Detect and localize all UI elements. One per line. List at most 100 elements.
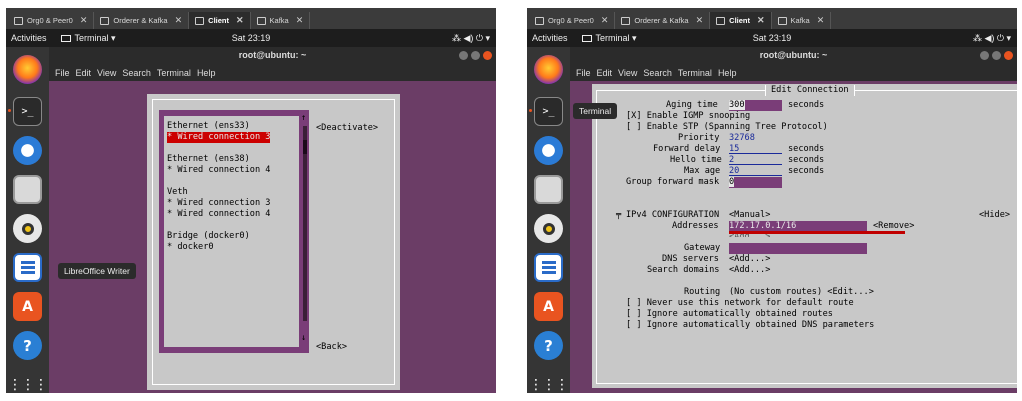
close-icon[interactable]: ✕: [757, 15, 765, 26]
stp-checkbox[interactable]: [ ] Enable STP (Spanning Tree Protocol): [626, 122, 828, 133]
libreoffice-writer-icon[interactable]: [13, 253, 42, 282]
window-titlebar: root@ubuntu: ~: [49, 47, 496, 64]
close-icon[interactable]: ✕: [175, 15, 183, 26]
software-center-icon[interactable]: A: [534, 292, 563, 321]
menu-edit[interactable]: Edit: [76, 68, 92, 78]
tab-org0-peer0[interactable]: Org0 & Peer0 ✕: [529, 12, 616, 29]
close-window-button[interactable]: [483, 51, 492, 60]
window-icon: [195, 16, 205, 25]
close-icon[interactable]: ✕: [296, 15, 304, 26]
system-tray[interactable]: ⁂ ◀) ⏻ ▾: [452, 33, 490, 44]
minimize-button[interactable]: [459, 51, 468, 60]
menu-file[interactable]: File: [55, 68, 70, 78]
connection-list[interactable]: Ethernet (ens33) * Wired connection 3 Ethe…: [164, 116, 299, 347]
help-icon[interactable]: ?: [13, 331, 42, 360]
terminal-icon: [581, 34, 592, 42]
menu-file[interactable]: File: [576, 68, 591, 78]
activities-button[interactable]: Activities: [11, 33, 47, 43]
maximize-button[interactable]: [471, 51, 480, 60]
igmp-snooping-checkbox[interactable]: [X] Enable IGMP snooping: [626, 111, 750, 122]
show-applications-icon[interactable]: ⋮⋮⋮: [8, 370, 48, 393]
ignore-routes-checkbox[interactable]: [ ] Ignore automatically obtained routes: [626, 309, 833, 320]
tab-orderer-kafka[interactable]: Orderer & Kafka ✕: [94, 12, 190, 29]
clock[interactable]: Sat 23:19: [753, 33, 792, 43]
libreoffice-writer-icon[interactable]: [534, 253, 563, 282]
firefox-icon[interactable]: [534, 55, 563, 84]
files-icon[interactable]: [13, 175, 42, 204]
ipv4-mode-dropdown[interactable]: <Manual>: [729, 210, 770, 221]
minimize-button[interactable]: [980, 51, 989, 60]
ipv4-collapse-marker: ╤: [616, 210, 622, 220]
dock: >_ A ? ⋮⋮⋮: [527, 47, 570, 393]
gateway-field[interactable]: [729, 243, 867, 254]
scrollbar-track[interactable]: [303, 126, 307, 321]
rhythmbox-icon[interactable]: [13, 214, 42, 243]
deactivate-button[interactable]: <Deactivate>: [316, 123, 378, 134]
activities-button[interactable]: Activities: [532, 33, 568, 43]
clock[interactable]: Sat 23:19: [232, 33, 271, 43]
back-button[interactable]: <Back>: [316, 342, 347, 353]
tab-client[interactable]: Client ✕: [710, 12, 772, 29]
connection-item[interactable]: * Wired connection 3: [167, 198, 270, 209]
close-icon[interactable]: ✕: [236, 15, 244, 26]
connection-item[interactable]: * Wired connection 4: [167, 209, 270, 220]
dock: >_ A ? ⋮⋮⋮: [6, 47, 49, 393]
help-icon[interactable]: ?: [534, 331, 563, 360]
aging-time-unit: seconds: [788, 100, 825, 110]
aging-time-field[interactable]: 300: [729, 100, 782, 111]
tab-kafka[interactable]: Kafka ✕: [251, 12, 311, 29]
group-forward-mask-field[interactable]: 0: [729, 177, 782, 188]
scrollbar-thumb[interactable]: [303, 140, 307, 154]
menu-view[interactable]: View: [618, 68, 637, 78]
terminal-area[interactable]: Ethernet (ens33) * Wired connection 3 Ethe…: [49, 81, 496, 393]
firefox-icon[interactable]: [13, 55, 42, 84]
tab-client[interactable]: Client ✕: [189, 12, 251, 29]
maximize-button[interactable]: [992, 51, 1001, 60]
menu-search[interactable]: Search: [122, 68, 151, 78]
files-icon[interactable]: [534, 175, 563, 204]
menu-help[interactable]: Help: [197, 68, 216, 78]
close-icon[interactable]: ✕: [601, 15, 609, 26]
routing-edit-button[interactable]: (No custom routes) <Edit...>: [729, 287, 874, 298]
terminal-app-menu[interactable]: Terminal ▾: [581, 33, 637, 44]
thunderbird-icon[interactable]: [534, 136, 563, 165]
close-icon[interactable]: ✕: [80, 15, 88, 26]
window-titlebar: root@ubuntu: ~: [570, 47, 1017, 64]
menu-help[interactable]: Help: [718, 68, 737, 78]
software-center-icon[interactable]: A: [13, 292, 42, 321]
tab-kafka[interactable]: Kafka ✕: [772, 12, 832, 29]
dns-add-button[interactable]: <Add...>: [729, 254, 770, 265]
show-applications-icon[interactable]: ⋮⋮⋮: [529, 370, 569, 393]
never-default-route-checkbox[interactable]: [ ] Never use this network for default r…: [626, 298, 854, 309]
close-icon[interactable]: ✕: [817, 15, 825, 26]
rhythmbox-icon[interactable]: [534, 214, 563, 243]
ipv4-hide-button[interactable]: <Hide>: [979, 210, 1010, 221]
terminal-icon[interactable]: >_: [534, 97, 563, 126]
terminal-icon[interactable]: >_: [13, 97, 42, 126]
max-age-label: Max age: [684, 166, 721, 176]
connection-item[interactable]: * docker0: [167, 242, 270, 253]
system-tray[interactable]: ⁂ ◀) ⏻ ▾: [973, 33, 1011, 44]
search-domains-add-button[interactable]: <Add...>: [729, 265, 770, 276]
thunderbird-icon[interactable]: [13, 136, 42, 165]
menu-terminal[interactable]: Terminal: [157, 68, 191, 78]
close-window-button[interactable]: [1004, 51, 1013, 60]
terminal-area[interactable]: Edit Connection ↑ ↓ Aging time 300 secon…: [570, 81, 1017, 393]
red-underline-annotation: [729, 231, 905, 234]
close-icon[interactable]: ✕: [696, 15, 704, 26]
menu-edit[interactable]: Edit: [597, 68, 613, 78]
menu-search[interactable]: Search: [643, 68, 672, 78]
window-icon: [100, 16, 110, 25]
connection-item[interactable]: * Wired connection 4: [167, 165, 270, 176]
scroll-down-arrow[interactable]: ↓: [301, 333, 306, 344]
tab-orderer-kafka[interactable]: Orderer & Kafka ✕: [615, 12, 711, 29]
ignore-dns-checkbox[interactable]: [ ] Ignore automatically obtained DNS pa…: [626, 320, 874, 331]
connection-item[interactable]: * Wired connection 3: [167, 132, 271, 143]
routing-label: Routing: [684, 287, 721, 297]
menu-view[interactable]: View: [97, 68, 116, 78]
scroll-up-arrow[interactable]: ↑: [301, 113, 306, 124]
terminal-app-menu[interactable]: Terminal ▾: [60, 33, 116, 44]
menu-terminal[interactable]: Terminal: [678, 68, 712, 78]
tab-org0-peer0[interactable]: Org0 & Peer0 ✕: [8, 12, 95, 29]
